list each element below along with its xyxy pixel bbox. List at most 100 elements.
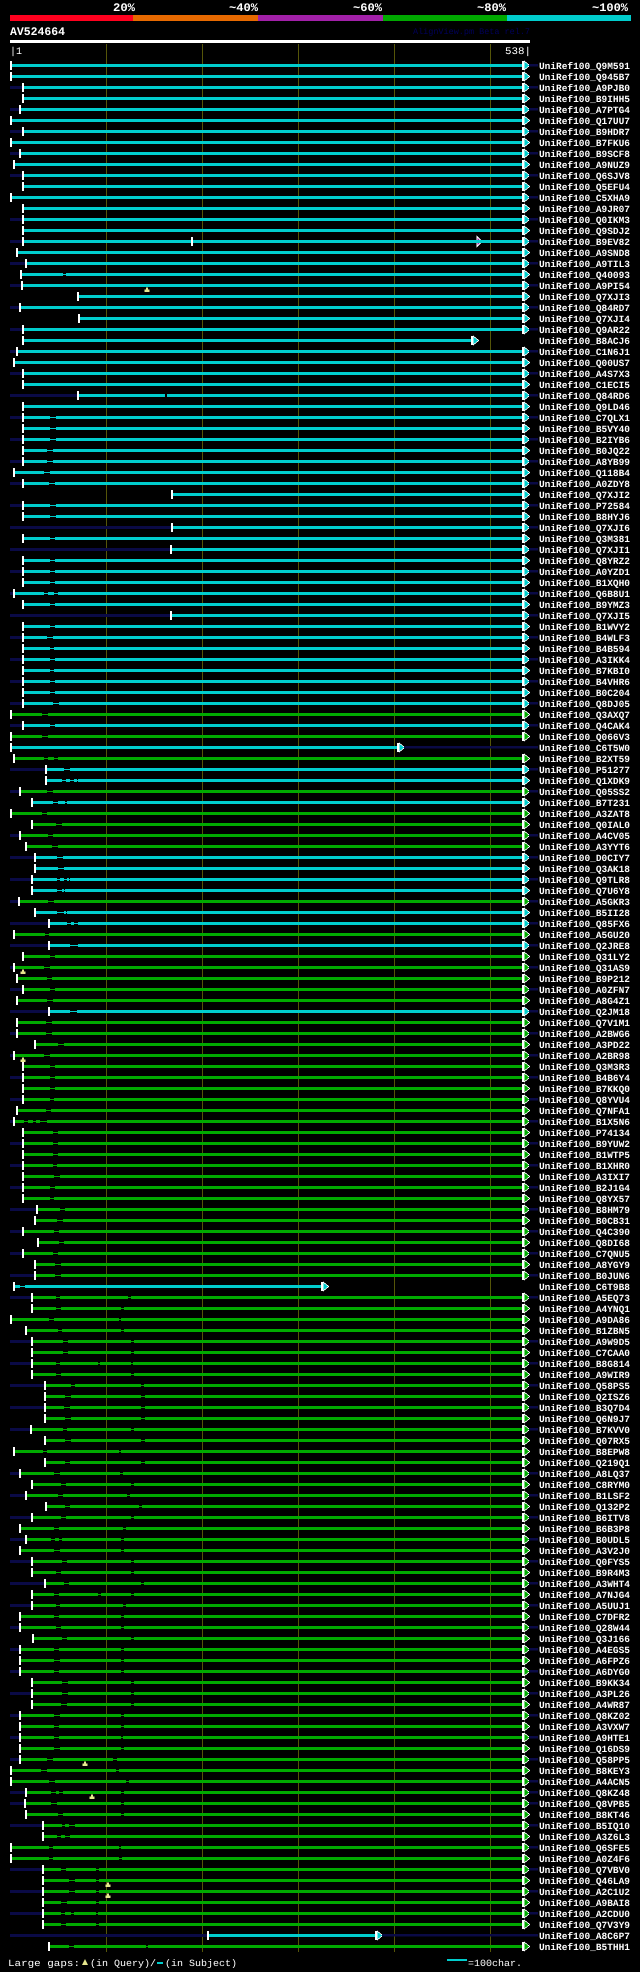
svg-text:UniRef100_Q2JM18: UniRef100_Q2JM18: [539, 1007, 630, 1018]
svg-text:UniRef100_B0JQ22: UniRef100_B0JQ22: [539, 446, 630, 457]
svg-text:UniRef100_B4B6Y4: UniRef100_B4B6Y4: [539, 1073, 630, 1084]
svg-text:UniRef100_A0ZFN7: UniRef100_A0ZFN7: [539, 985, 630, 996]
svg-text:UniRef100_A2BR98: UniRef100_A2BR98: [539, 1051, 630, 1062]
svg-text:UniRef100_Q2JRE8: UniRef100_Q2JRE8: [539, 941, 630, 952]
svg-text:UniRef100_A3PL26: UniRef100_A3PL26: [539, 1689, 630, 1700]
svg-text:UniRef100_Q8VPB5: UniRef100_Q8VPB5: [539, 1799, 630, 1810]
svg-text:UniRef100_B6B3P8: UniRef100_B6B3P8: [539, 1524, 630, 1535]
svg-text:(in Query)/: (in Query)/: [90, 1958, 156, 1969]
svg-text:UniRef100_B9P212: UniRef100_B9P212: [539, 974, 630, 985]
svg-text:UniRef100_B9YMZ3: UniRef100_B9YMZ3: [539, 600, 630, 611]
svg-text:UniRef100_P51277: UniRef100_P51277: [539, 765, 630, 776]
svg-text:UniRef100_A7PTG4: UniRef100_A7PTG4: [539, 105, 630, 116]
svg-text:UniRef100_A5UUJ1: UniRef100_A5UUJ1: [539, 1601, 630, 1612]
svg-text:(in Subject): (in Subject): [165, 1958, 237, 1969]
svg-text:UniRef100_A8C6P7: UniRef100_A8C6P7: [539, 1931, 630, 1942]
svg-text:UniRef100_Q8YRZ2: UniRef100_Q8YRZ2: [539, 556, 630, 567]
svg-text:UniRef100_Q31AS9: UniRef100_Q31AS9: [539, 963, 630, 974]
svg-text:UniRef100_B9HDR7: UniRef100_B9HDR7: [539, 127, 630, 138]
svg-text:UniRef100_Q8KZ48: UniRef100_Q8KZ48: [539, 1788, 630, 1799]
svg-text:UniRef100_Q6N9J7: UniRef100_Q6N9J7: [539, 1414, 630, 1425]
svg-text:UniRef100_B8KEY3: UniRef100_B8KEY3: [539, 1766, 630, 1777]
svg-text:UniRef100_Q066V3: UniRef100_Q066V3: [539, 732, 630, 743]
svg-text:UniRef100_C7CAA0: UniRef100_C7CAA0: [539, 1348, 630, 1359]
svg-text:UniRef100_B8KT46: UniRef100_B8KT46: [539, 1810, 630, 1821]
svg-text:UniRef100_P74134: UniRef100_P74134: [539, 1128, 630, 1139]
svg-text:UniRef100_Q07RX5: UniRef100_Q07RX5: [539, 1436, 630, 1447]
svg-text:UniRef100_C7QNU5: UniRef100_C7QNU5: [539, 1249, 630, 1260]
svg-text:UniRef100_B8EPW8: UniRef100_B8EPW8: [539, 1447, 630, 1458]
svg-text:UniRef100_A9BAI8: UniRef100_A9BAI8: [539, 1898, 630, 1909]
svg-text:UniRef100_Q05SS2: UniRef100_Q05SS2: [539, 787, 630, 798]
svg-text:UniRef100_Q1XDK9: UniRef100_Q1XDK9: [539, 776, 630, 787]
svg-text:UniRef100_Q00US7: UniRef100_Q00US7: [539, 358, 630, 369]
svg-text:UniRef100_B9KK34: UniRef100_B9KK34: [539, 1678, 630, 1689]
svg-text:UniRef100_B5II28: UniRef100_B5II28: [539, 908, 630, 919]
svg-text:UniRef100_A5GU20: UniRef100_A5GU20: [539, 930, 630, 941]
svg-text:UniRef100_Q4CAK4: UniRef100_Q4CAK4: [539, 721, 630, 732]
svg-text:UniRef100_Q58PS5: UniRef100_Q58PS5: [539, 1381, 630, 1392]
svg-text:538|: 538|: [505, 46, 531, 58]
svg-text:UniRef100_A4ACN5: UniRef100_A4ACN5: [539, 1777, 630, 1788]
svg-text:UniRef100_Q3M3R3: UniRef100_Q3M3R3: [539, 1062, 630, 1073]
svg-text:UniRef100_A7NJG4: UniRef100_A7NJG4: [539, 1590, 630, 1601]
svg-text:UniRef100_A2CDU0: UniRef100_A2CDU0: [539, 1909, 630, 1920]
svg-text:UniRef100_Q85FX6: UniRef100_Q85FX6: [539, 919, 630, 930]
svg-text:UniRef100_B7FKU6: UniRef100_B7FKU6: [539, 138, 630, 149]
svg-text:UniRef100_A3ZAT8: UniRef100_A3ZAT8: [539, 809, 630, 820]
svg-text:UniRef100_A9TIL3: UniRef100_A9TIL3: [539, 259, 630, 270]
svg-text:UniRef100_Q118B4: UniRef100_Q118B4: [539, 468, 630, 479]
svg-text:UniRef100_Q46LA9: UniRef100_Q46LA9: [539, 1876, 630, 1887]
svg-text:UniRef100_Q7NFA1: UniRef100_Q7NFA1: [539, 1106, 630, 1117]
svg-text:UniRef100_A3IXI7: UniRef100_A3IXI7: [539, 1172, 630, 1183]
svg-text:UniRef100_Q3M381: UniRef100_Q3M381: [539, 534, 630, 545]
svg-text:UniRef100_B1WVY2: UniRef100_B1WVY2: [539, 622, 630, 633]
svg-text:UniRef100_C7QLX1: UniRef100_C7QLX1: [539, 413, 630, 424]
svg-text:UniRef100_Q7XJI2: UniRef100_Q7XJI2: [539, 490, 630, 501]
svg-text:UniRef100_Q3J166: UniRef100_Q3J166: [539, 1634, 630, 1645]
svg-text:UniRef100_Q8YVU4: UniRef100_Q8YVU4: [539, 1095, 630, 1106]
svg-text:UniRef100_B5VY40: UniRef100_B5VY40: [539, 424, 630, 435]
svg-text:UniRef100_A5EQ73: UniRef100_A5EQ73: [539, 1293, 630, 1304]
svg-text:UniRef100_Q945B7: UniRef100_Q945B7: [539, 72, 630, 83]
svg-text:UniRef100_B5IQ10: UniRef100_B5IQ10: [539, 1821, 630, 1832]
svg-text:UniRef100_Q84RD7: UniRef100_Q84RD7: [539, 303, 630, 314]
svg-text:UniRef100_A3VXW7: UniRef100_A3VXW7: [539, 1722, 630, 1733]
svg-text:UniRef100_Q7U6Y8: UniRef100_Q7U6Y8: [539, 886, 630, 897]
svg-text:UniRef100_B0JUN6: UniRef100_B0JUN6: [539, 1271, 630, 1282]
svg-text:UniRef100_A3Z6L3: UniRef100_A3Z6L3: [539, 1832, 630, 1843]
svg-text:UniRef100_A3YYT6: UniRef100_A3YYT6: [539, 842, 630, 853]
svg-text:UniRef100_A0Z4F6: UniRef100_A0Z4F6: [539, 1854, 630, 1865]
svg-text:UniRef100_B8ACJ6: UniRef100_B8ACJ6: [539, 336, 630, 347]
svg-text:UniRef100_Q6SJV8: UniRef100_Q6SJV8: [539, 171, 630, 182]
svg-text:UniRef100_A9PI54: UniRef100_A9PI54: [539, 281, 630, 292]
svg-text:=100char.: =100char.: [468, 1958, 522, 1969]
svg-text:UniRef100_Q0IKM3: UniRef100_Q0IKM3: [539, 215, 630, 226]
svg-text:UniRef100_B0CB31: UniRef100_B0CB31: [539, 1216, 630, 1227]
svg-text:UniRef100_Q16DS9: UniRef100_Q16DS9: [539, 1744, 630, 1755]
svg-text:UniRef100_A9NUZ9: UniRef100_A9NUZ9: [539, 160, 630, 171]
svg-text:UniRef100_Q8DJ05: UniRef100_Q8DJ05: [539, 699, 630, 710]
svg-text:UniRef100_Q132P2: UniRef100_Q132P2: [539, 1502, 630, 1513]
svg-text:UniRef100_A6DYG0: UniRef100_A6DYG0: [539, 1667, 630, 1678]
svg-text:UniRef100_B2J1G4: UniRef100_B2J1G4: [539, 1183, 630, 1194]
svg-text:UniRef100_Q9SDJ2: UniRef100_Q9SDJ2: [539, 226, 630, 237]
svg-text:UniRef100_B9IHH5: UniRef100_B9IHH5: [539, 94, 630, 105]
svg-text:UniRef100_Q7XJI6: UniRef100_Q7XJI6: [539, 523, 630, 534]
svg-text:UniRef100_B3Q7D4: UniRef100_B3Q7D4: [539, 1403, 630, 1414]
svg-text:UniRef100_Q6B8U1: UniRef100_Q6B8U1: [539, 589, 630, 600]
svg-text:~60%: ~60%: [353, 2, 382, 15]
svg-text:UniRef100_A9WIR9: UniRef100_A9WIR9: [539, 1370, 630, 1381]
svg-text:UniRef100_A9SND8: UniRef100_A9SND8: [539, 248, 630, 259]
svg-text:UniRef100_A5GKR3: UniRef100_A5GKR3: [539, 897, 630, 908]
svg-text:~40%: ~40%: [229, 2, 258, 15]
svg-text:UniRef100_C1N6J1: UniRef100_C1N6J1: [539, 347, 630, 358]
svg-text:UniRef100_Q4C390: UniRef100_Q4C390: [539, 1227, 630, 1238]
svg-text:UniRef100_D0CIY7: UniRef100_D0CIY7: [539, 853, 630, 864]
svg-text:UniRef100_C7DFR2: UniRef100_C7DFR2: [539, 1612, 630, 1623]
svg-text:UniRef100_A0YZD1: UniRef100_A0YZD1: [539, 567, 630, 578]
svg-text:UniRef100_Q9AR22: UniRef100_Q9AR22: [539, 325, 630, 336]
svg-text:UniRef100_B1ZBN5: UniRef100_B1ZBN5: [539, 1326, 630, 1337]
svg-text:UniRef100_Q28W44: UniRef100_Q28W44: [539, 1623, 630, 1634]
svg-text:UniRef100_C6T9B8: UniRef100_C6T9B8: [539, 1282, 630, 1293]
